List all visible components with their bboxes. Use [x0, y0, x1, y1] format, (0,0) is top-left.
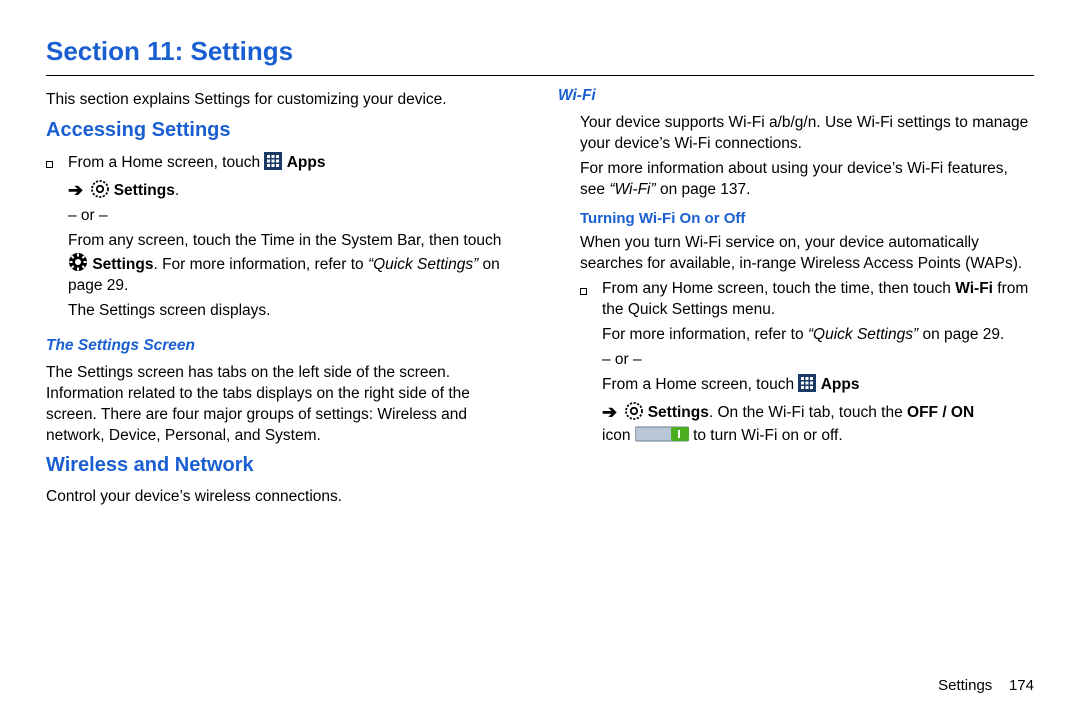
settings-gear-icon: [68, 252, 88, 272]
wifi-desc-1: Your device supports Wi-Fi a/b/g/n. Use …: [558, 113, 1034, 155]
from-home-apps: From a Home screen, touch Apps: [602, 374, 1034, 396]
section-divider: [46, 75, 1034, 76]
apps-label: Apps: [821, 376, 860, 393]
step-time-wifi: From any Home screen, touch the time, th…: [558, 279, 1034, 451]
footer-label: Settings: [938, 677, 992, 694]
or-text: – or –: [602, 350, 1034, 371]
wifi-bold: Wi-Fi: [955, 280, 993, 297]
square-bullet: [46, 152, 68, 326]
toggle-on-icon: [635, 425, 689, 443]
heading-wireless-network: Wireless and Network: [46, 452, 522, 479]
from-any-screen: From any screen, touch the Time in the S…: [68, 231, 522, 297]
apps-icon: [798, 374, 816, 392]
square-bullet: [580, 279, 602, 451]
settings-icon: [91, 180, 109, 198]
arrow-icon: ➔: [602, 402, 617, 422]
step-home-apps: From a Home screen, touch Apps ➔ Setting…: [46, 152, 522, 326]
or-text: – or –: [68, 206, 522, 227]
intro-text: This section explains Settings for custo…: [46, 90, 522, 111]
footer-page: 174: [1009, 677, 1034, 694]
settings-screen-desc: The Settings screen has tabs on the left…: [46, 363, 522, 447]
page-footer: Settings 174: [938, 676, 1034, 696]
step-home-text: From a Home screen, touch: [68, 154, 264, 171]
left-column: This section explains Settings for custo…: [46, 86, 522, 512]
heading-accessing-settings: Accessing Settings: [46, 117, 522, 144]
arrow-icon: ➔: [68, 180, 83, 200]
heading-settings-screen: The Settings Screen: [46, 336, 522, 357]
wifi-desc-2: For more information about using your de…: [558, 159, 1034, 201]
apps-label: Apps: [287, 154, 326, 171]
settings-label: Settings: [114, 182, 175, 199]
heading-wifi: Wi-Fi: [558, 86, 1034, 107]
bullet-text-a: From any Home screen, touch the time, th…: [602, 280, 955, 297]
settings-icon: [625, 402, 643, 420]
apps-icon: [264, 152, 282, 170]
settings-displays: The Settings screen displays.: [68, 301, 522, 322]
content-columns: This section explains Settings for custo…: [46, 86, 1034, 512]
wifi-service-desc: When you turn Wi-Fi service on, your dev…: [558, 233, 1034, 275]
right-column: Wi-Fi Your device supports Wi-Fi a/b/g/n…: [558, 86, 1034, 512]
section-title: Section 11: Settings: [46, 34, 1034, 69]
heading-turning-wifi: Turning Wi-Fi On or Off: [558, 209, 1034, 229]
wireless-desc: Control your device’s wireless connectio…: [46, 487, 522, 508]
settings-tail: ➔ Settings. On the Wi-Fi tab, touch the …: [602, 400, 1034, 446]
more-info: For more information, refer to “Quick Se…: [602, 325, 1034, 346]
